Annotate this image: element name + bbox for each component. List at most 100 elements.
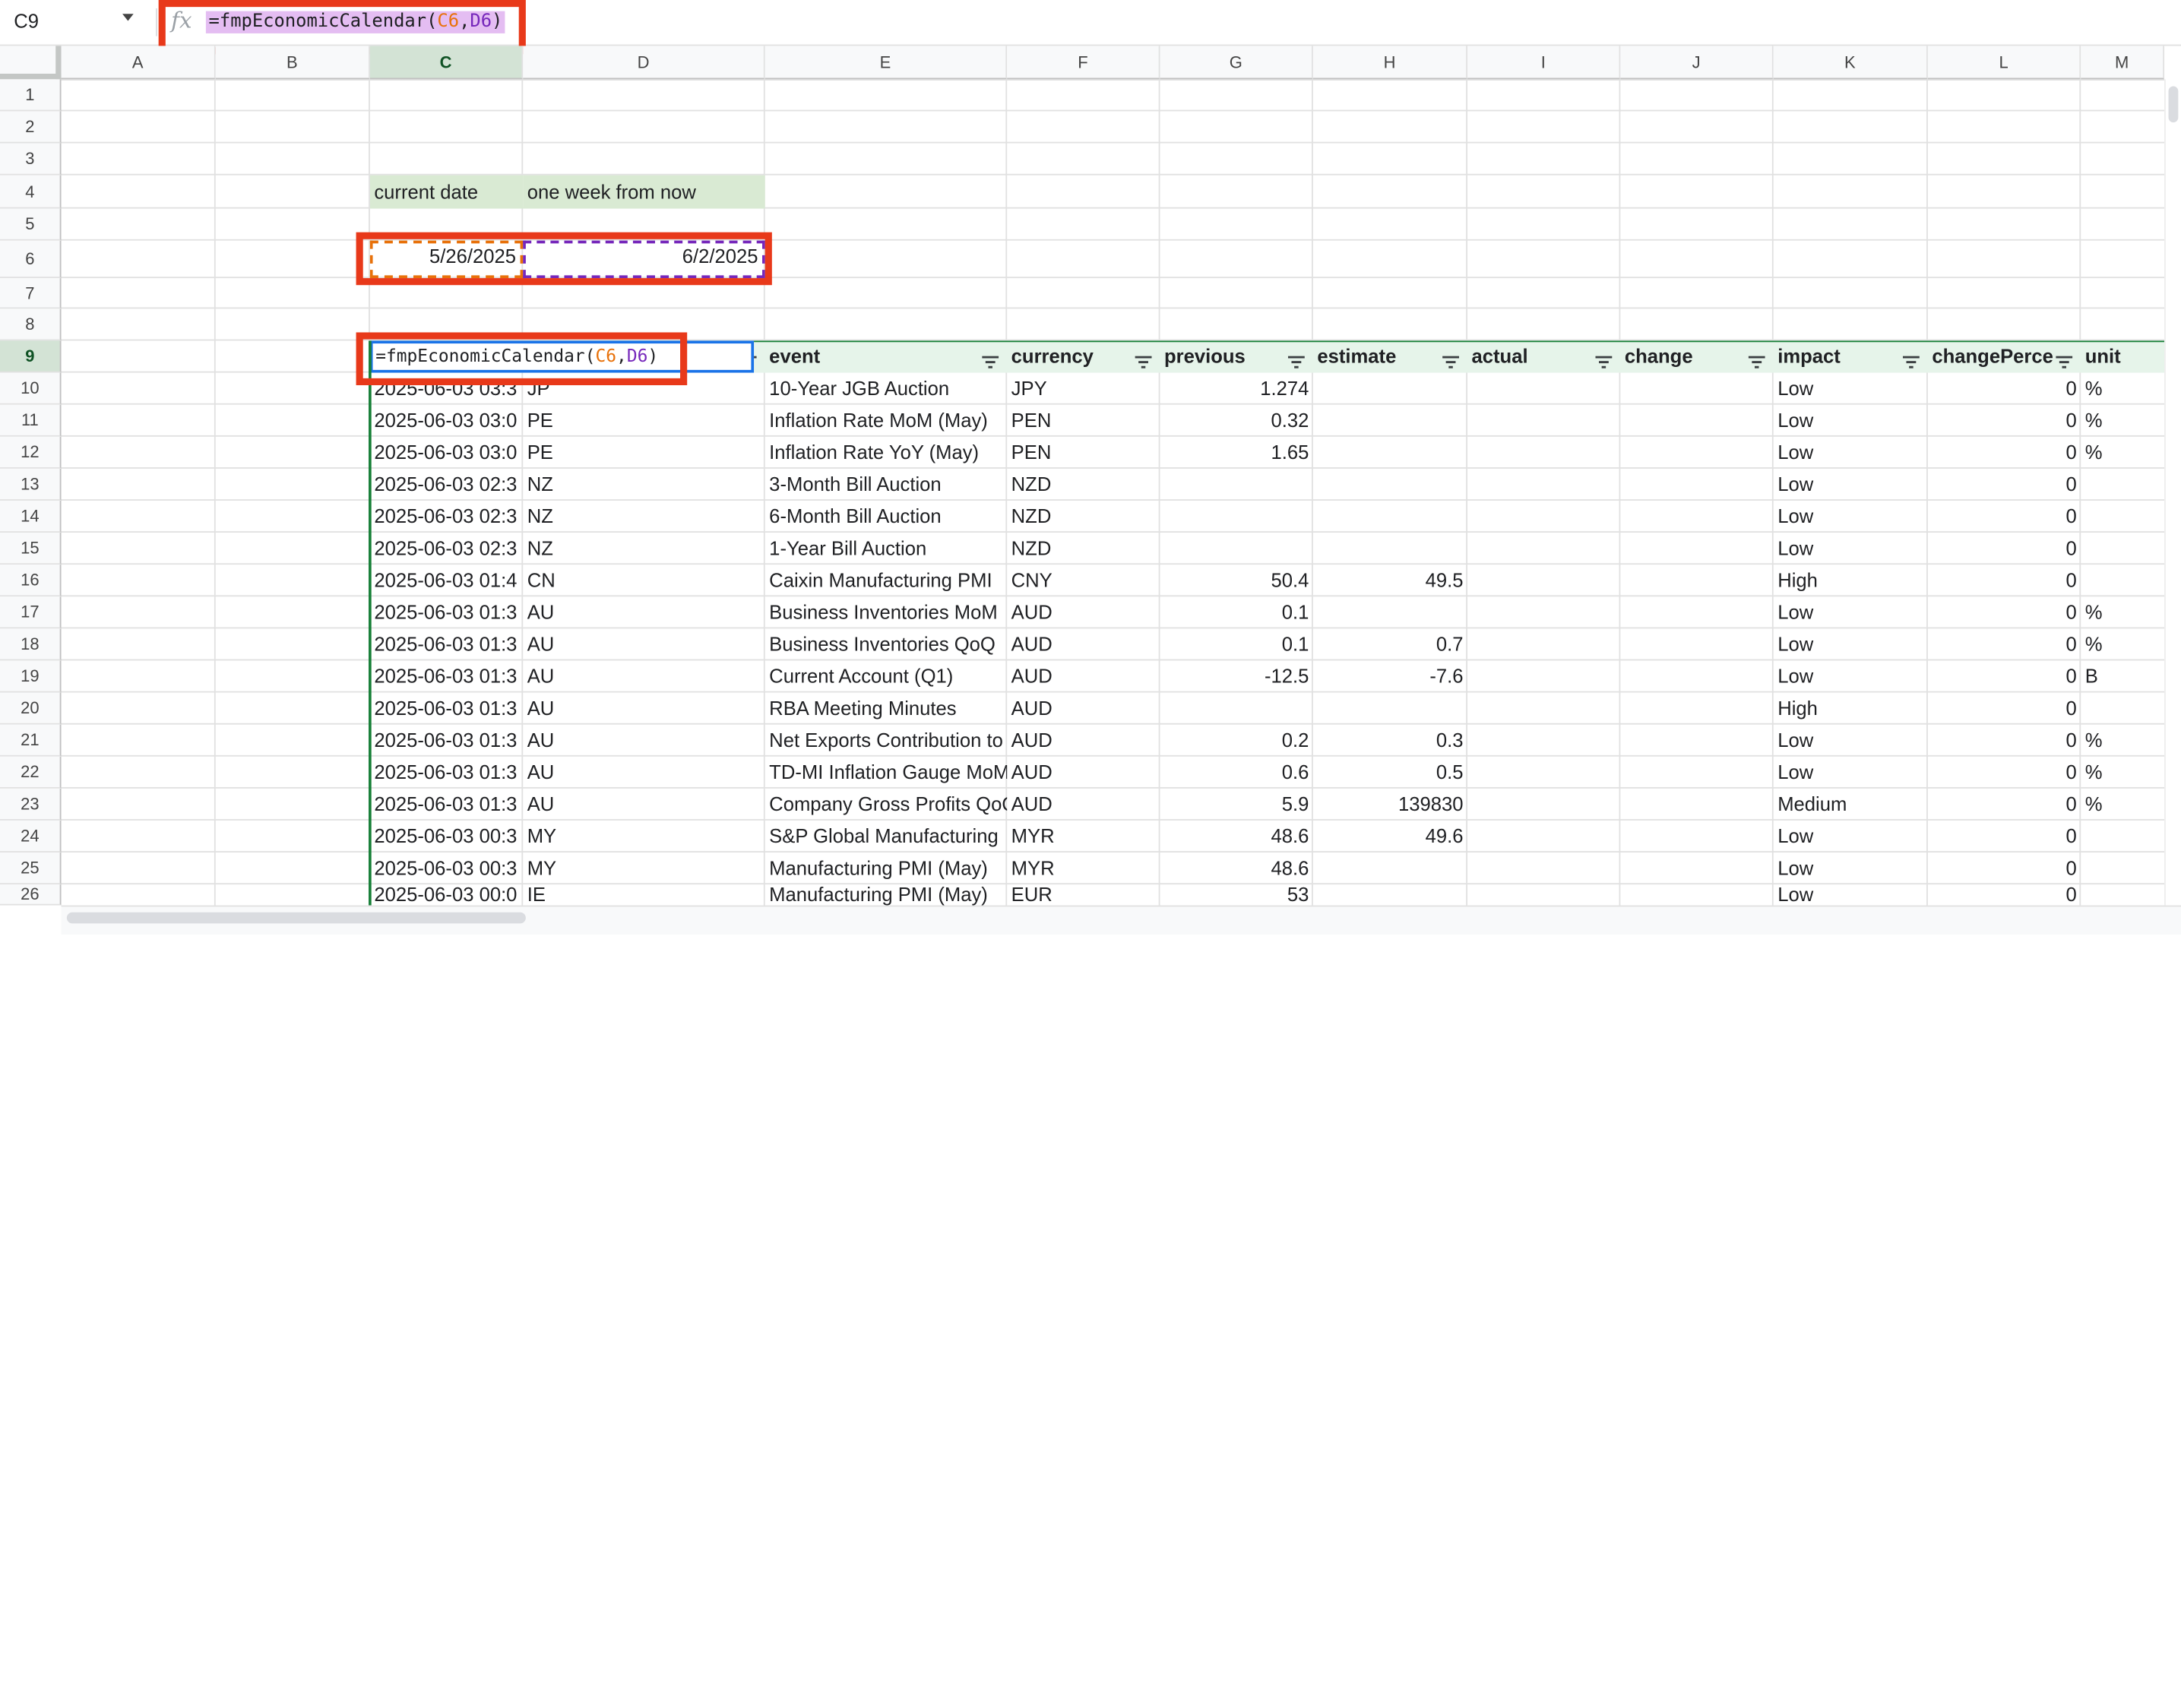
row-header-21[interactable]: 21 bbox=[0, 724, 62, 757]
table-cell[interactable] bbox=[1313, 852, 1467, 884]
table-cell[interactable]: 5.9 bbox=[1160, 789, 1313, 821]
table-cell[interactable] bbox=[1467, 693, 1620, 725]
table-cell[interactable] bbox=[2081, 469, 2164, 501]
row-header-20[interactable]: 20 bbox=[0, 692, 62, 725]
row-header-2[interactable]: 2 bbox=[0, 111, 62, 144]
table-cell[interactable] bbox=[2081, 693, 2164, 725]
row-header-9[interactable]: 9 bbox=[0, 340, 62, 373]
table-cell[interactable]: 1.274 bbox=[1160, 373, 1313, 405]
table-cell[interactable]: S&P Global Manufacturing bbox=[765, 821, 1007, 852]
table-cell[interactable]: % bbox=[2081, 596, 2164, 628]
name-box[interactable]: C9 bbox=[14, 10, 39, 32]
table-cell[interactable]: 0 bbox=[1928, 821, 2081, 852]
table-cell[interactable]: CNY bbox=[1007, 565, 1160, 596]
table-cell[interactable]: 2025-06-03 01:3 bbox=[370, 660, 523, 692]
table-cell[interactable] bbox=[2081, 501, 2164, 533]
table-cell[interactable]: 0.1 bbox=[1160, 596, 1313, 628]
table-cell[interactable]: 0 bbox=[1928, 884, 2081, 905]
table-cell[interactable]: NZ bbox=[523, 469, 764, 501]
table-cell[interactable]: AUD bbox=[1007, 628, 1160, 660]
table-cell[interactable] bbox=[1467, 852, 1620, 884]
date-cell-c6[interactable]: 5/26/2025 bbox=[369, 240, 524, 279]
formula-input[interactable]: =fmpEconomicCalendar(C6,D6) bbox=[205, 11, 506, 33]
row-header-23[interactable]: 23 bbox=[0, 788, 62, 821]
table-cell[interactable] bbox=[1620, 596, 1773, 628]
table-cell[interactable]: 0 bbox=[1928, 693, 2081, 725]
date-cell-d6[interactable]: 6/2/2025 bbox=[523, 240, 765, 279]
table-cell[interactable]: Low bbox=[1774, 501, 1928, 533]
table-cell[interactable] bbox=[1160, 693, 1313, 725]
table-cell[interactable]: 0 bbox=[1928, 757, 2081, 789]
table-cell[interactable]: Low bbox=[1774, 884, 1928, 905]
table-cell[interactable]: 6-Month Bill Auction bbox=[765, 501, 1007, 533]
table-cell[interactable]: 0.6 bbox=[1160, 757, 1313, 789]
table-cell[interactable]: Low bbox=[1774, 821, 1928, 852]
table-cell[interactable]: 2025-06-03 01:3 bbox=[370, 628, 523, 660]
table-cell[interactable] bbox=[1313, 405, 1467, 437]
row-header-10[interactable]: 10 bbox=[0, 372, 62, 405]
table-cell[interactable]: 2025-06-03 01:3 bbox=[370, 596, 523, 628]
table-cell[interactable]: 10-Year JGB Auction bbox=[765, 373, 1007, 405]
table-cell[interactable] bbox=[1313, 693, 1467, 725]
table-cell[interactable] bbox=[1467, 373, 1620, 405]
column-header-g[interactable]: G bbox=[1160, 46, 1313, 80]
table-cell[interactable]: Inflation Rate MoM (May) bbox=[765, 405, 1007, 437]
table-cell[interactable]: AU bbox=[523, 693, 764, 725]
table-cell[interactable]: AUD bbox=[1007, 660, 1160, 692]
table-cell[interactable]: PE bbox=[523, 405, 764, 437]
table-cell[interactable] bbox=[1467, 660, 1620, 692]
table-cell[interactable]: 48.6 bbox=[1160, 821, 1313, 852]
table-cell[interactable]: Low bbox=[1774, 469, 1928, 501]
table-cell[interactable]: RBA Meeting Minutes bbox=[765, 693, 1007, 725]
table-cell[interactable]: % bbox=[2081, 437, 2164, 469]
table-cell[interactable]: MY bbox=[523, 852, 764, 884]
table-cell[interactable]: AUD bbox=[1007, 725, 1160, 757]
table-cell[interactable]: 0 bbox=[1928, 660, 2081, 692]
table-cell[interactable]: 0.3 bbox=[1313, 725, 1467, 757]
table-cell[interactable]: CN bbox=[523, 565, 764, 596]
table-cell[interactable]: Business Inventories QoQ bbox=[765, 628, 1007, 660]
column-header-k[interactable]: K bbox=[1773, 46, 1928, 80]
column-header-b[interactable]: B bbox=[215, 46, 370, 80]
table-cell[interactable]: 0 bbox=[1928, 469, 2081, 501]
row-header-15[interactable]: 15 bbox=[0, 533, 62, 565]
column-header-c[interactable]: C bbox=[369, 46, 524, 80]
horizontal-scroll-thumb[interactable] bbox=[66, 912, 526, 924]
table-cell[interactable]: Caixin Manufacturing PMI bbox=[765, 565, 1007, 596]
table-cell[interactable]: 2025-06-03 02:3 bbox=[370, 501, 523, 533]
table-cell[interactable] bbox=[1620, 725, 1773, 757]
table-cell[interactable] bbox=[1620, 884, 1773, 905]
table-cell[interactable] bbox=[2081, 533, 2164, 565]
table-cell[interactable]: 0 bbox=[1928, 373, 2081, 405]
filter-icon[interactable] bbox=[1135, 350, 1152, 368]
column-header-i[interactable]: I bbox=[1467, 46, 1621, 80]
table-cell[interactable]: AUD bbox=[1007, 596, 1160, 628]
table-cell[interactable] bbox=[1467, 501, 1620, 533]
table-cell[interactable]: % bbox=[2081, 628, 2164, 660]
row-header-26[interactable]: 26 bbox=[0, 884, 62, 906]
table-cell[interactable]: 48.6 bbox=[1160, 852, 1313, 884]
table-cell[interactable]: 0.7 bbox=[1313, 628, 1467, 660]
table-cell[interactable] bbox=[1620, 469, 1773, 501]
table-cell[interactable] bbox=[1620, 405, 1773, 437]
table-cell[interactable]: 0 bbox=[1928, 628, 2081, 660]
table-cell[interactable]: IE bbox=[523, 884, 764, 905]
table-cell[interactable]: Low bbox=[1774, 373, 1928, 405]
table-cell[interactable]: 2025-06-03 00:3 bbox=[370, 852, 523, 884]
table-cell[interactable] bbox=[1620, 565, 1773, 596]
vertical-scroll-thumb[interactable] bbox=[2168, 86, 2179, 123]
table-cell[interactable] bbox=[2081, 852, 2164, 884]
table-cell[interactable] bbox=[2081, 821, 2164, 852]
table-cell[interactable]: MYR bbox=[1007, 821, 1160, 852]
column-header-l[interactable]: L bbox=[1927, 46, 2081, 80]
table-cell[interactable]: AUD bbox=[1007, 693, 1160, 725]
vertical-scrollbar[interactable] bbox=[2164, 79, 2181, 906]
table-cell[interactable] bbox=[1160, 501, 1313, 533]
table-cell[interactable] bbox=[1620, 501, 1773, 533]
table-cell[interactable]: Manufacturing PMI (May) bbox=[765, 884, 1007, 905]
table-cell[interactable]: 0.32 bbox=[1160, 405, 1313, 437]
table-cell[interactable]: JP bbox=[523, 373, 764, 405]
table-cell[interactable]: PEN bbox=[1007, 437, 1160, 469]
table-cell[interactable] bbox=[1620, 533, 1773, 565]
table-cell[interactable]: 2025-06-03 01:4 bbox=[370, 565, 523, 596]
